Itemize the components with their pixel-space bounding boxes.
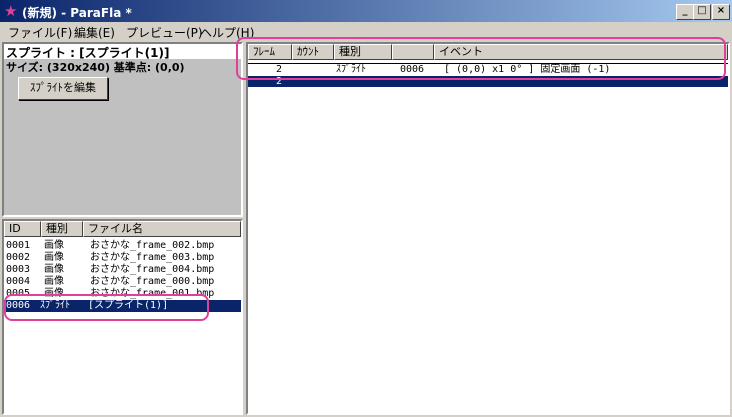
list-item[interactable]: 0003 画像 おさかな_frame_004.bmp xyxy=(4,264,241,276)
item-type: 画像 xyxy=(44,276,64,287)
maximize-button[interactable]: □ xyxy=(693,4,711,20)
sprite-size-info: サイズ: (320x240) 基準点: (0,0) xyxy=(6,61,185,74)
close-button[interactable]: × xyxy=(712,4,730,20)
list-item[interactable]: 0002 画像 おさかな_frame_003.bmp xyxy=(4,252,241,264)
list-item[interactable]: 0004 画像 おさかな_frame_000.bmp xyxy=(4,276,241,288)
item-id: 0003 xyxy=(6,264,31,275)
item-id: 0001 xyxy=(6,240,31,251)
item-type: 画像 xyxy=(44,264,64,275)
item-id: 0002 xyxy=(6,252,31,263)
sprite-properties-panel: スプライト : [スプライト(1)] サイズ: (320x240) 基準点: (… xyxy=(2,42,243,217)
highlight-annotation xyxy=(236,37,726,80)
edit-sprite-button[interactable]: ｽﾌﾟﾗｲﾄを編集 xyxy=(18,77,108,100)
item-filename: おさかな_frame_002.bmp xyxy=(90,240,215,251)
highlight-annotation xyxy=(4,294,209,321)
item-type: 画像 xyxy=(44,252,64,263)
star-icon: ★ xyxy=(4,2,18,20)
list-item[interactable]: 0001 画像 おさかな_frame_002.bmp xyxy=(4,240,241,252)
item-filename: おさかな_frame_004.bmp xyxy=(90,264,215,275)
item-type: 画像 xyxy=(44,240,64,251)
column-header-type[interactable]: 種別 xyxy=(41,221,83,237)
minimize-button[interactable]: _ xyxy=(676,4,694,20)
menu-file[interactable]: ファイル(F) xyxy=(8,24,72,41)
title-bar[interactable]: ★ (新規) - ParaFla * _ □ × xyxy=(0,0,732,22)
item-filename: おさかな_frame_000.bmp xyxy=(90,276,215,287)
timeline-panel: ﾌﾚｰﾑ ｶｳﾝﾄ 種別 イベント 2 ｽﾌﾟﾗｲﾄ 0006 [ (0,0) … xyxy=(246,42,730,415)
window-title: (新規) - ParaFla * xyxy=(22,6,132,20)
sprite-title: スプライト : [スプライト(1)] xyxy=(4,44,241,60)
item-id: 0004 xyxy=(6,276,31,287)
column-header-id[interactable]: ID xyxy=(4,221,41,237)
menu-edit[interactable]: 編集(E) xyxy=(74,24,115,41)
menu-preview[interactable]: プレビュー(P) xyxy=(126,24,203,41)
item-filename: おさかな_frame_003.bmp xyxy=(90,252,215,263)
column-header-filename[interactable]: ファイル名 xyxy=(83,221,241,237)
